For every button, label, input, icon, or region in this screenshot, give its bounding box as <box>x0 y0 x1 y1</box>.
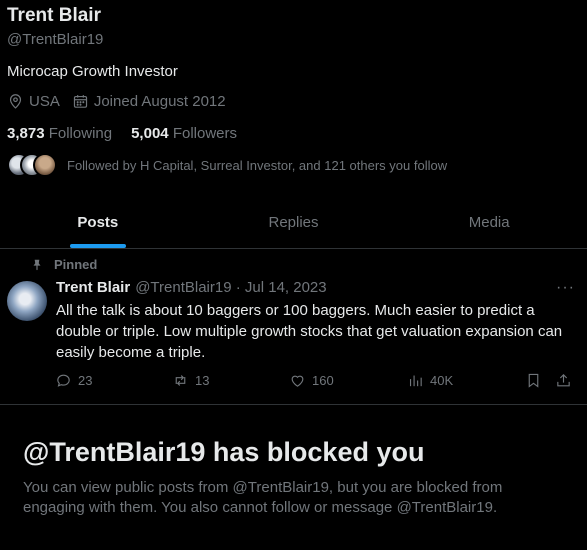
post-author-avatar[interactable] <box>7 281 47 321</box>
joined-date: Joined August 2012 <box>72 93 226 110</box>
post-actions: 23 13 160 40K <box>55 372 575 392</box>
tab-replies-label: Replies <box>268 213 319 231</box>
share-button[interactable] <box>555 372 578 389</box>
following-count: 3,873 <box>7 125 45 142</box>
like-count: 160 <box>312 373 334 388</box>
post-text: All the talk is about 10 baggers or 100 … <box>56 302 563 361</box>
tab-media-label: Media <box>468 213 510 231</box>
followers-link[interactable]: 5,004 Followers <box>131 125 237 142</box>
profile-handle: @TrentBlair19 <box>7 31 104 48</box>
location-text: USA <box>29 93 60 110</box>
mutual-avatars <box>7 153 57 177</box>
post-author-name[interactable]: Trent Blair <box>56 279 130 296</box>
followed-by-text: Followed by H Capital, Surreal Investor,… <box>67 157 448 173</box>
tab-posts[interactable]: Posts <box>0 196 196 248</box>
joined-text: Joined August 2012 <box>93 93 226 110</box>
following-link[interactable]: 3,873 Following <box>7 125 112 142</box>
pin-icon <box>33 259 41 270</box>
analytics-icon <box>409 375 422 387</box>
followers-you-know[interactable]: Followed by H Capital, Surreal Investor,… <box>7 153 447 177</box>
profile-name: Trent Blair <box>7 5 101 26</box>
share-icon <box>557 374 570 387</box>
followers-label: Followers <box>172 125 237 142</box>
repost-button[interactable]: 13 <box>172 372 209 389</box>
bookmark-icon <box>528 373 539 388</box>
post-header: Trent Blair @TrentBlair19 · Jul 14, 2023 <box>56 279 327 296</box>
views-button[interactable]: 40K <box>407 372 453 389</box>
profile-bio: Microcap Growth Investor <box>7 63 178 80</box>
like-button[interactable]: 160 <box>289 372 334 389</box>
bookmark-button[interactable] <box>525 372 548 389</box>
calendar-icon <box>73 95 87 108</box>
profile-meta: USA Joined August 2012 <box>7 93 238 110</box>
profile-tabs: Posts Replies Media <box>0 196 587 249</box>
following-label: Following <box>48 125 113 142</box>
location-pin-icon <box>9 94 22 109</box>
blocked-title: @TrentBlair19 has blocked you <box>23 437 425 467</box>
reply-button[interactable]: 23 <box>55 372 92 389</box>
follow-stats: 3,873 Following 5,004 Followers <box>7 125 256 142</box>
post-author-handle-date[interactable]: @TrentBlair19 · Jul 14, 2023 <box>135 279 326 296</box>
repost-icon <box>175 375 186 386</box>
tab-posts-label: Posts <box>77 213 119 231</box>
reply-icon <box>57 374 70 387</box>
pinned-indicator: Pinned <box>30 257 97 272</box>
followers-count: 5,004 <box>131 125 169 142</box>
views-count: 40K <box>430 373 454 388</box>
more-options-button[interactable]: ··· <box>556 279 575 297</box>
repost-count: 13 <box>195 373 210 388</box>
tab-replies[interactable]: Replies <box>196 196 392 248</box>
blocked-message: You can view public posts from @TrentBla… <box>23 479 503 516</box>
avatar <box>33 153 57 177</box>
active-tab-indicator <box>69 244 126 248</box>
heart-icon <box>291 375 304 387</box>
location: USA <box>7 93 60 110</box>
section-divider <box>0 404 587 405</box>
pinned-label: Pinned <box>54 257 98 272</box>
tab-media[interactable]: Media <box>391 196 587 248</box>
reply-count: 23 <box>78 373 93 388</box>
